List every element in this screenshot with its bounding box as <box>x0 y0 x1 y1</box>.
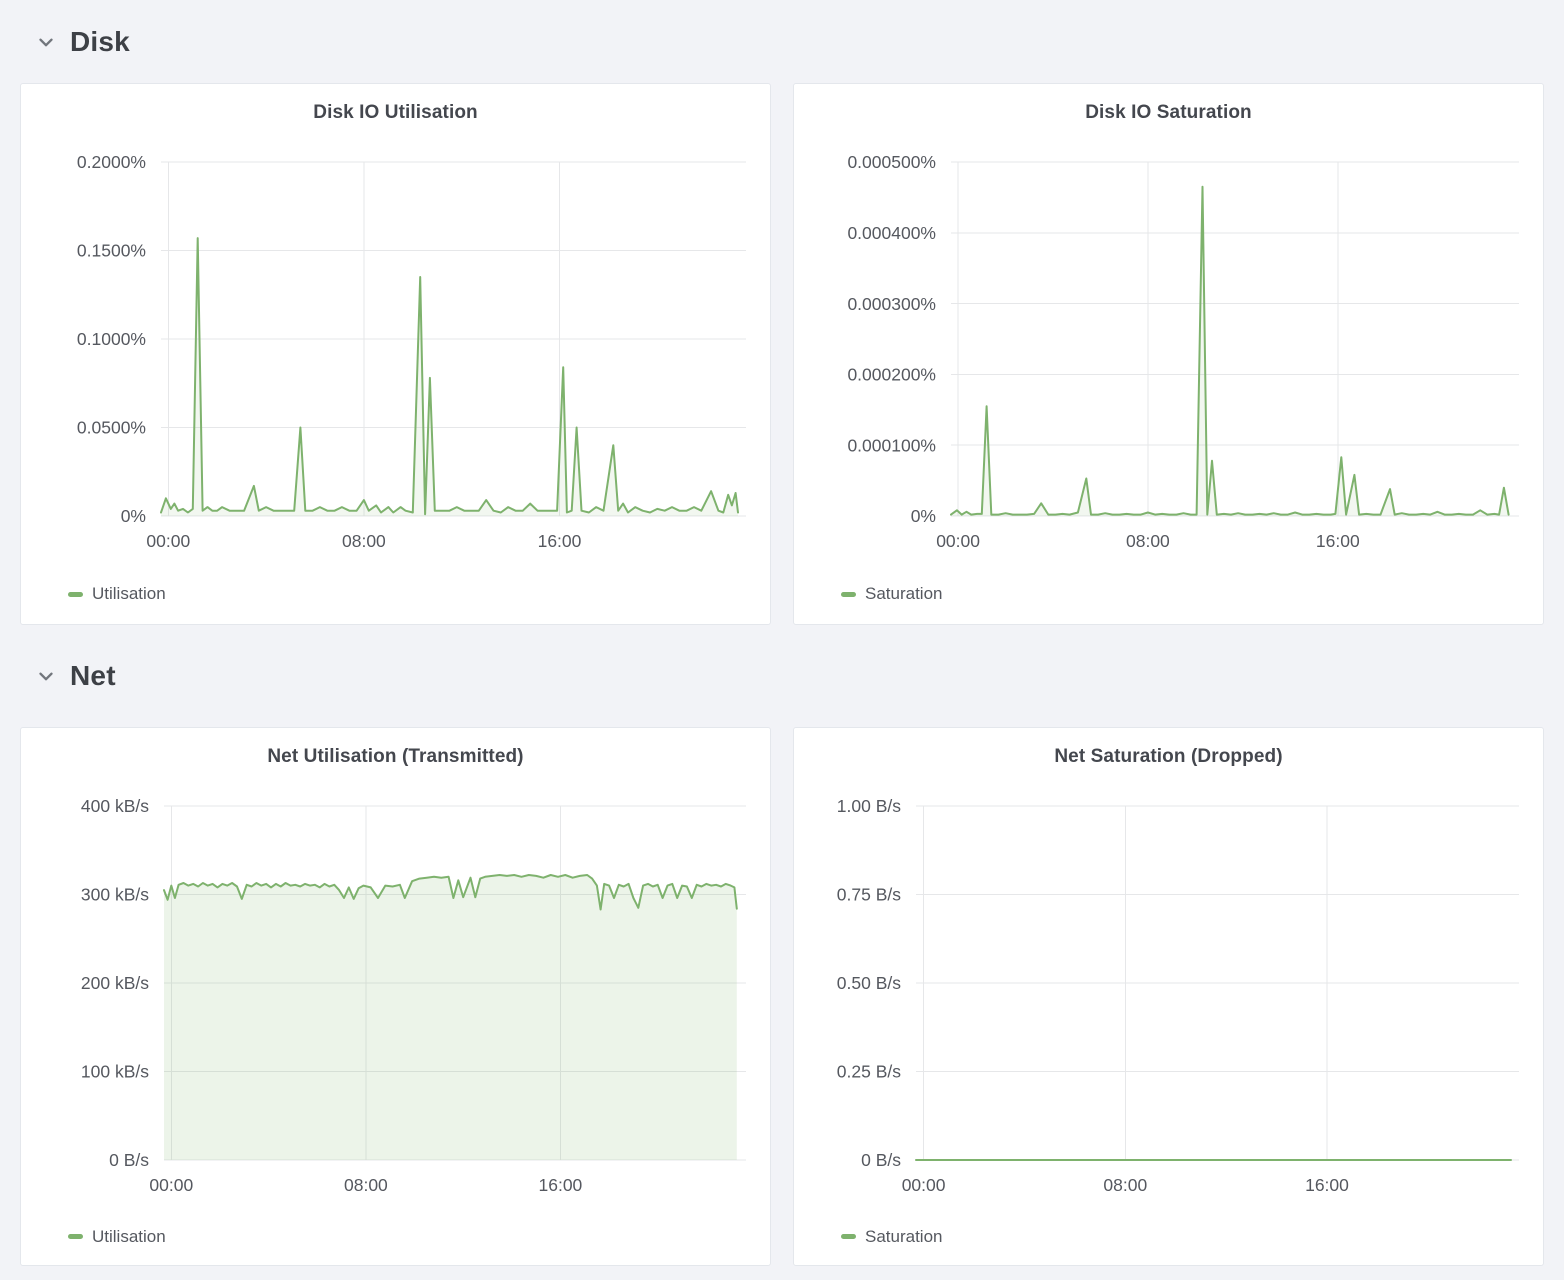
svg-text:08:00: 08:00 <box>1126 531 1170 551</box>
legend-label-utilisation[interactable]: Utilisation <box>92 584 166 604</box>
dashboard-page: Disk Disk IO Utilisation 0.2000%0.1500%0… <box>0 0 1564 1266</box>
svg-text:0.000500%: 0.000500% <box>847 152 936 172</box>
svg-text:0.0500%: 0.0500% <box>77 418 146 438</box>
svg-text:00:00: 00:00 <box>149 1175 193 1195</box>
svg-text:08:00: 08:00 <box>344 1175 388 1195</box>
legend-disk-io-utilisation: Utilisation <box>21 564 770 624</box>
svg-text:08:00: 08:00 <box>342 531 386 551</box>
panel-disk-io-saturation: Disk IO Saturation 0.000500%0.000400%0.0… <box>793 83 1544 625</box>
svg-text:0.75 B/s: 0.75 B/s <box>837 885 901 905</box>
svg-text:0.000200%: 0.000200% <box>847 365 936 385</box>
svg-text:0.25 B/s: 0.25 B/s <box>837 1062 901 1082</box>
svg-text:0.1000%: 0.1000% <box>77 329 146 349</box>
disk-panels-row: Disk IO Utilisation 0.2000% 0.1500% 0.1000… <box>20 83 1544 625</box>
svg-text:0.000300%: 0.000300% <box>847 294 936 314</box>
svg-text:0.2000%: 0.2000% <box>77 152 146 172</box>
section-header-net[interactable]: Net <box>20 625 1544 727</box>
svg-text:0.000400%: 0.000400% <box>847 223 936 243</box>
chevron-down-icon <box>35 665 57 687</box>
svg-text:1.00 B/s: 1.00 B/s <box>837 796 901 816</box>
svg-text:300 kB/s: 300 kB/s <box>81 885 149 905</box>
panel-title-net-saturation[interactable]: Net Saturation (Dropped) <box>794 742 1543 772</box>
legend-label-utilisation[interactable]: Utilisation <box>92 1227 166 1247</box>
svg-text:16:00: 16:00 <box>1305 1175 1349 1195</box>
legend-label-saturation[interactable]: Saturation <box>865 1227 943 1247</box>
svg-text:0.50 B/s: 0.50 B/s <box>837 973 901 993</box>
svg-text:100 kB/s: 100 kB/s <box>81 1062 149 1082</box>
section-title-net: Net <box>70 660 116 692</box>
chevron-down-icon <box>35 31 57 53</box>
legend-series-swatch-icon <box>68 592 83 597</box>
panel-title-disk-io-utilisation[interactable]: Disk IO Utilisation <box>21 98 770 128</box>
legend-net-utilisation: Utilisation <box>21 1208 770 1265</box>
svg-text:16:00: 16:00 <box>539 1175 583 1195</box>
chart-disk-io-utilisation[interactable]: 0.2000% 0.1500% 0.1000% 0.0500% 0%00:00 08:00… <box>21 136 770 564</box>
svg-text:0%: 0% <box>911 506 936 526</box>
panel-net-utilisation: Net Utilisation (Transmitted) 400 kB/s 30… <box>20 727 771 1266</box>
legend-label-saturation[interactable]: Saturation <box>865 584 943 604</box>
section-header-disk[interactable]: Disk <box>20 0 1544 83</box>
legend-series-swatch-icon <box>841 592 856 597</box>
svg-text:0 B/s: 0 B/s <box>861 1150 901 1170</box>
legend-disk-io-saturation: Saturation <box>794 564 1543 624</box>
panel-title-disk-io-saturation[interactable]: Disk IO Saturation <box>794 98 1543 128</box>
svg-text:0.000100%: 0.000100% <box>847 435 936 455</box>
svg-text:00:00: 00:00 <box>936 531 980 551</box>
chart-net-utilisation[interactable]: 400 kB/s 300 kB/s 200 kB/s 100 kB/s 0 B/s00:… <box>21 780 770 1208</box>
svg-text:200 kB/s: 200 kB/s <box>81 973 149 993</box>
svg-text:00:00: 00:00 <box>902 1175 946 1195</box>
panel-net-saturation: Net Saturation (Dropped) 1.00 B/s 0.75 B/… <box>793 727 1544 1266</box>
svg-text:00:00: 00:00 <box>146 531 190 551</box>
legend-net-saturation: Saturation <box>794 1208 1543 1265</box>
svg-text:400 kB/s: 400 kB/s <box>81 796 149 816</box>
chart-disk-io-saturation[interactable]: 0.000500% 0.000400% 0.000300% 0.000200% 0.00… <box>794 136 1543 564</box>
svg-text:08:00: 08:00 <box>1103 1175 1147 1195</box>
panel-title-net-utilisation[interactable]: Net Utilisation (Transmitted) <box>21 742 770 772</box>
svg-text:0 B/s: 0 B/s <box>109 1150 149 1170</box>
legend-series-swatch-icon <box>68 1234 83 1239</box>
svg-text:0%: 0% <box>121 506 146 526</box>
svg-text:16:00: 16:00 <box>538 531 582 551</box>
chart-net-saturation[interactable]: 1.00 B/s 0.75 B/s 0.50 B/s 0.25 B/s 0 B/s00:… <box>794 780 1543 1208</box>
legend-series-swatch-icon <box>841 1234 856 1239</box>
svg-text:0.1500%: 0.1500% <box>77 241 146 261</box>
section-title-disk: Disk <box>70 26 130 58</box>
net-panels-row: Net Utilisation (Transmitted) 400 kB/s 30… <box>20 727 1544 1266</box>
svg-text:16:00: 16:00 <box>1316 531 1360 551</box>
panel-disk-io-utilisation: Disk IO Utilisation 0.2000% 0.1500% 0.1000… <box>20 83 771 625</box>
